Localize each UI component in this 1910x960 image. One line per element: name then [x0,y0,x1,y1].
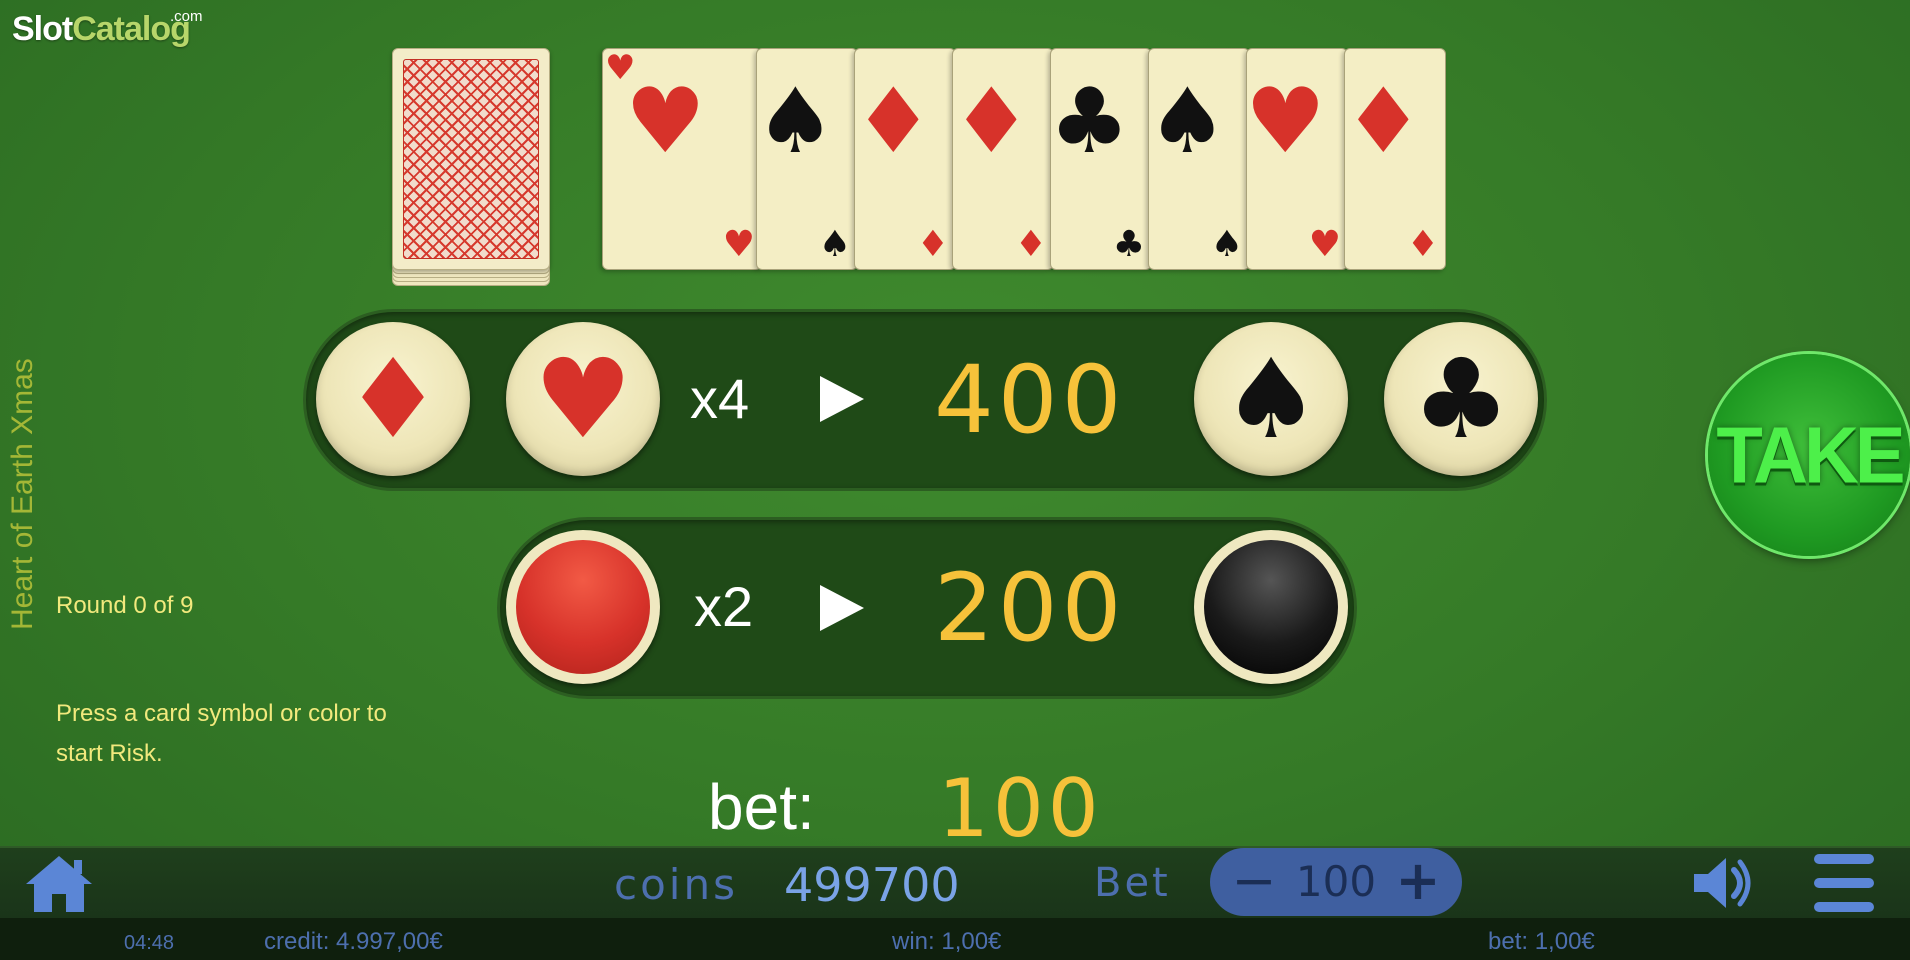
clock: 04:48 [124,932,175,954]
take-label: TAKE [1716,410,1905,500]
spades-small-icon: ♠ [818,224,851,265]
take-button[interactable]: TAKE [1708,354,1910,556]
decrease-bet-button[interactable]: − [1224,852,1284,912]
diamonds-icon: ♦ [952,69,1032,174]
increase-bet-button[interactable]: + [1388,852,1448,912]
bet-stepper-value: 100 [1295,857,1377,906]
arrow-right-icon [820,585,864,631]
history-card-spades: ♠ ♠ [1148,48,1250,270]
diamonds-small-icon: ♦ [1014,224,1047,265]
hearts-corner-icon: ♥ [605,48,636,88]
slotcatalog-logo: SlotCatalog .com [12,8,203,48]
bet-label: bet: [708,771,815,843]
win-status: win: 1,00€ [892,928,1002,955]
bet-stepper-label: Bet [1094,860,1171,906]
heart-button[interactable]: ♥ [506,322,660,476]
hearts-icon: ♥ [1246,69,1326,174]
card-back-pattern [403,59,539,259]
game-title: Heart of Earth Xmas [6,358,39,630]
spades-icon: ♠ [1148,69,1228,174]
history-card-spades: ♠ ♠ [756,48,858,270]
round-counter: Round 0 of 9 [56,592,194,619]
history-card-diamonds: ♦ ♦ [854,48,956,270]
suit-bet-panel [306,312,1544,488]
home-icon[interactable] [22,852,96,914]
history-card-diamonds: ♦ ♦ [952,48,1054,270]
diamonds-small-icon: ♦ [916,224,949,265]
bet-status: bet: 1,00€ [1488,928,1595,955]
card-deck [392,48,550,290]
coins-value: 499700 [784,858,960,912]
hearts-small-icon: ♥ [1308,224,1341,265]
sound-icon[interactable] [1690,852,1760,914]
color-multiplier: x2 [694,575,754,638]
spade-icon: ♠ [1221,335,1321,463]
black-color-button[interactable] [1194,530,1348,684]
risk-hint: Press a card symbol or color to start Ri… [56,700,387,767]
history-card-hearts: ♥ ♥ [1246,48,1348,270]
coins-label: coins [614,860,738,909]
hearts-small-icon: ♥ [722,224,755,265]
history-card-clubs: ♣ ♣ [1050,48,1152,270]
hearts-icon: ♥ [625,69,706,174]
red-color-button[interactable] [506,530,660,684]
suit-multiplier: x4 [690,367,750,430]
diamonds-small-icon: ♦ [1406,224,1439,265]
color-win-value: 200 [934,554,1126,663]
club-button[interactable]: ♣ [1384,322,1538,476]
heart-icon: ♥ [533,335,633,463]
club-icon: ♣ [1411,335,1511,463]
bet-stepper: − 100 + [1210,848,1462,916]
spades-icon: ♠ [756,69,836,174]
credit-status: credit: 4.997,00€ [264,928,443,955]
suit-win-value: 400 [934,346,1126,455]
history-card-diamonds: ♦ ♦ [1344,48,1446,270]
diamonds-icon: ♦ [1344,69,1424,174]
clubs-small-icon: ♣ [1112,224,1145,265]
clubs-icon: ♣ [1050,69,1130,174]
diamond-icon: ♦ [343,335,443,463]
spade-button[interactable]: ♠ [1194,322,1348,476]
diamonds-icon: ♦ [854,69,934,174]
menu-icon[interactable] [1814,854,1874,912]
arrow-right-icon [820,376,864,422]
history-card-hearts: ♥ ♥ ♥ [602,48,762,270]
diamond-button[interactable]: ♦ [316,322,470,476]
bet-value: 100 [938,762,1103,855]
spades-small-icon: ♠ [1210,224,1243,265]
